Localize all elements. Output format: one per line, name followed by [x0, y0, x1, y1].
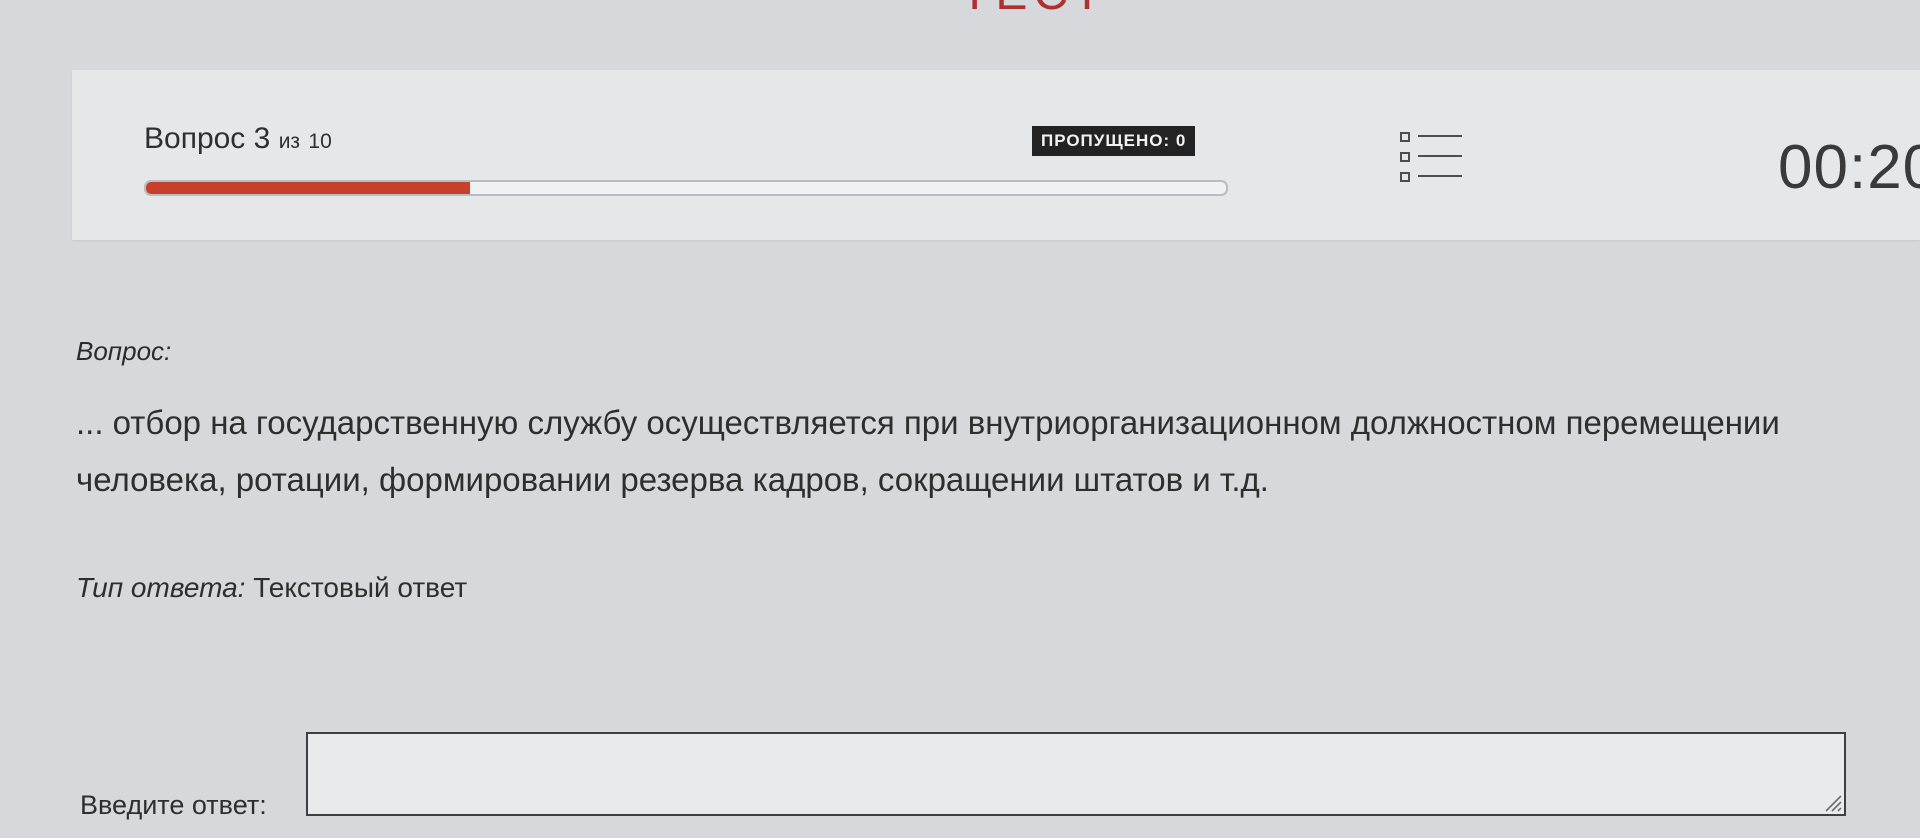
question-current-number: 3: [253, 122, 271, 155]
question-of-word: из: [278, 130, 301, 153]
progress-bar: [144, 180, 1228, 196]
question-counter: Вопрос 3 из 10: [144, 122, 332, 156]
question-list-icon: [1400, 132, 1464, 142]
answer-input[interactable]: [306, 732, 1846, 816]
question-list-button[interactable]: [1400, 130, 1464, 190]
page-heading: ТЕСТ: [960, 0, 1108, 21]
question-total-number: 10: [308, 130, 332, 153]
question-text: ... отбор на государственную службу осущ…: [76, 404, 1780, 498]
skipped-badge: ПРОПУЩЕНО: 0: [1032, 126, 1196, 156]
answer-type-value: Текстовый ответ: [253, 572, 468, 603]
question-label: Вопрос:: [76, 336, 172, 366]
answer-prompt: Введите ответ:: [80, 790, 267, 820]
progress-bar-fill: [146, 182, 470, 194]
question-word: Вопрос: [144, 122, 246, 155]
timer: 00:20:: [1778, 133, 1920, 202]
question-list-icon-row-2: [1400, 152, 1464, 162]
answer-type: Тип ответа: Текстовый ответ: [76, 572, 467, 604]
quiz-status-panel: Вопрос 3 из 10 ПРОПУЩЕНО: 0 00:20:: [72, 70, 1920, 240]
answer-type-label: Тип ответа:: [76, 572, 246, 603]
question-list-icon-row-3: [1400, 172, 1464, 182]
